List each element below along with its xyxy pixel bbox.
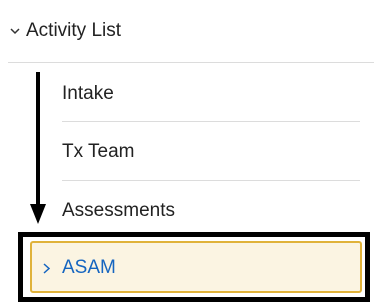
activity-list-panel: Activity List Intake Tx Team Assessments… — [0, 0, 374, 306]
activity-item-intake[interactable]: Intake — [54, 64, 360, 122]
activity-item-label: Tx Team — [62, 141, 135, 162]
activity-list-header[interactable]: Activity List — [0, 0, 374, 62]
activity-list-title: Activity List — [26, 20, 122, 41]
chevron-down-icon — [10, 28, 20, 35]
activity-item-label: Assessments — [62, 200, 175, 221]
activity-item-assessments[interactable]: Assessments — [54, 181, 360, 239]
down-arrow-icon — [30, 72, 46, 224]
chevron-right-icon — [43, 263, 50, 274]
activity-item-asam[interactable]: ASAM — [30, 241, 362, 293]
header-divider — [8, 62, 374, 63]
activity-item-label: ASAM — [62, 257, 116, 278]
activity-item-tx-team[interactable]: Tx Team — [54, 122, 360, 180]
activity-item-label: Intake — [62, 83, 114, 104]
